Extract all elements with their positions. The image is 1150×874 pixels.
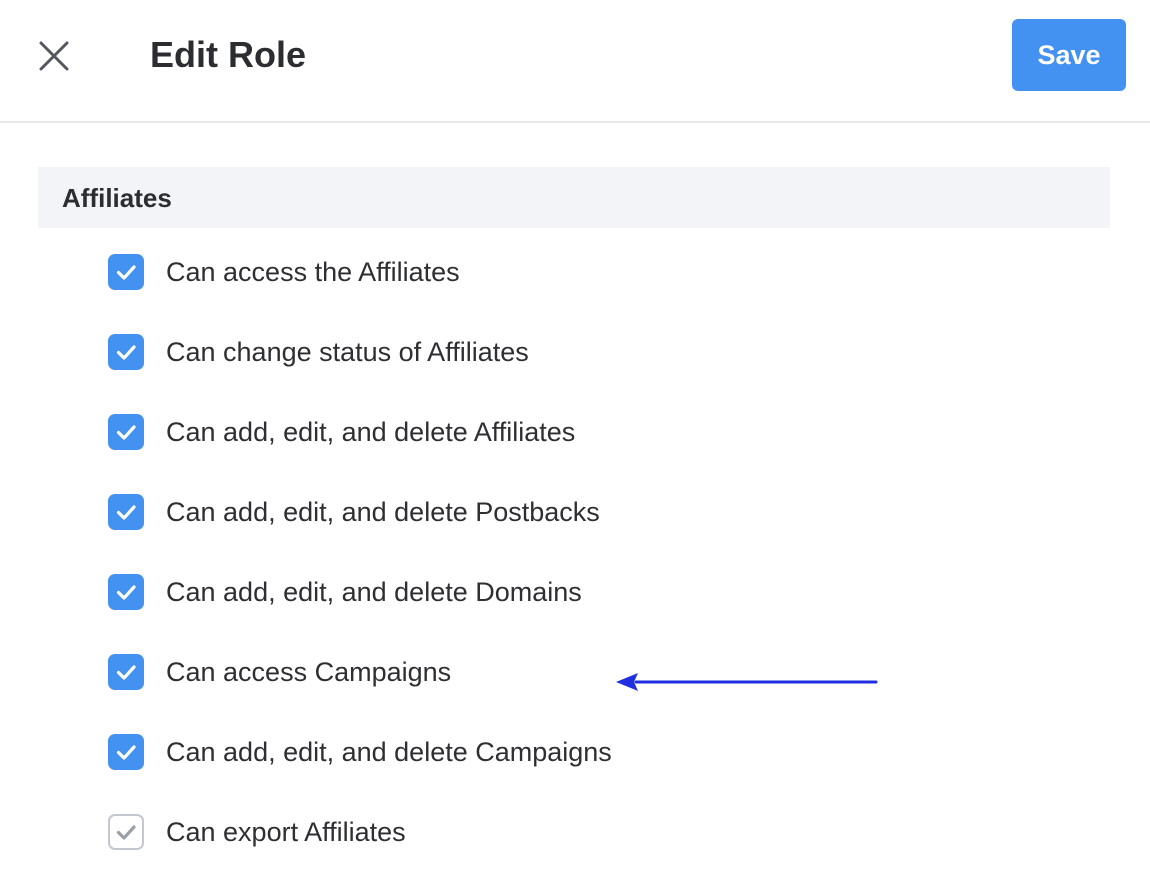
checkmark-icon xyxy=(116,345,136,360)
permission-label: Can access Campaigns xyxy=(166,657,452,687)
page-title: Edit Role xyxy=(150,34,307,75)
dialog-header: Edit Role Save xyxy=(0,0,1150,123)
checkbox[interactable] xyxy=(108,494,144,530)
permission-manage-campaigns[interactable]: Can add, edit, and delete Campaigns xyxy=(108,734,808,770)
checkmark-icon xyxy=(116,265,136,280)
permission-label: Can add, edit, and delete Postbacks xyxy=(166,497,600,527)
permission-label: Can change status of Affiliates xyxy=(166,337,529,367)
permission-label: Can add, edit, and delete Affiliates xyxy=(166,417,576,447)
permission-manage-postbacks[interactable]: Can add, edit, and delete Postbacks xyxy=(108,494,808,530)
permission-label: Can add, edit, and delete Domains xyxy=(166,577,582,607)
checkmark-icon xyxy=(116,825,136,840)
checkbox-disabled[interactable] xyxy=(108,814,144,850)
permission-access-affiliates[interactable]: Can access the Affiliates xyxy=(108,254,808,290)
checkbox[interactable] xyxy=(108,734,144,770)
permission-label: Can access the Affiliates xyxy=(166,257,460,287)
arrow-left-icon xyxy=(616,673,878,691)
checkmark-icon xyxy=(116,505,136,520)
permission-manage-affiliates[interactable]: Can add, edit, and delete Affiliates xyxy=(108,414,808,450)
checkmark-icon xyxy=(116,665,136,680)
permission-export-affiliates[interactable]: Can export Affiliates xyxy=(108,814,808,850)
checkmark-icon xyxy=(116,745,136,760)
checkbox[interactable] xyxy=(108,334,144,370)
save-button[interactable]: Save xyxy=(1012,19,1126,91)
checkbox[interactable] xyxy=(108,574,144,610)
permission-manage-domains[interactable]: Can add, edit, and delete Domains xyxy=(108,574,808,610)
close-icon xyxy=(39,41,69,71)
checkmark-icon xyxy=(116,425,136,440)
permission-label: Can export Affiliates xyxy=(166,817,406,847)
permission-change-status-affiliates[interactable]: Can change status of Affiliates xyxy=(108,334,808,370)
checkbox[interactable] xyxy=(108,414,144,450)
checkbox[interactable] xyxy=(108,654,144,690)
checkbox[interactable] xyxy=(108,254,144,290)
close-button[interactable] xyxy=(30,32,78,80)
permission-label: Can add, edit, and delete Campaigns xyxy=(166,737,612,767)
section-header-affiliates: Affiliates xyxy=(38,167,1110,228)
checkmark-icon xyxy=(116,585,136,600)
section-title: Affiliates xyxy=(62,183,172,213)
